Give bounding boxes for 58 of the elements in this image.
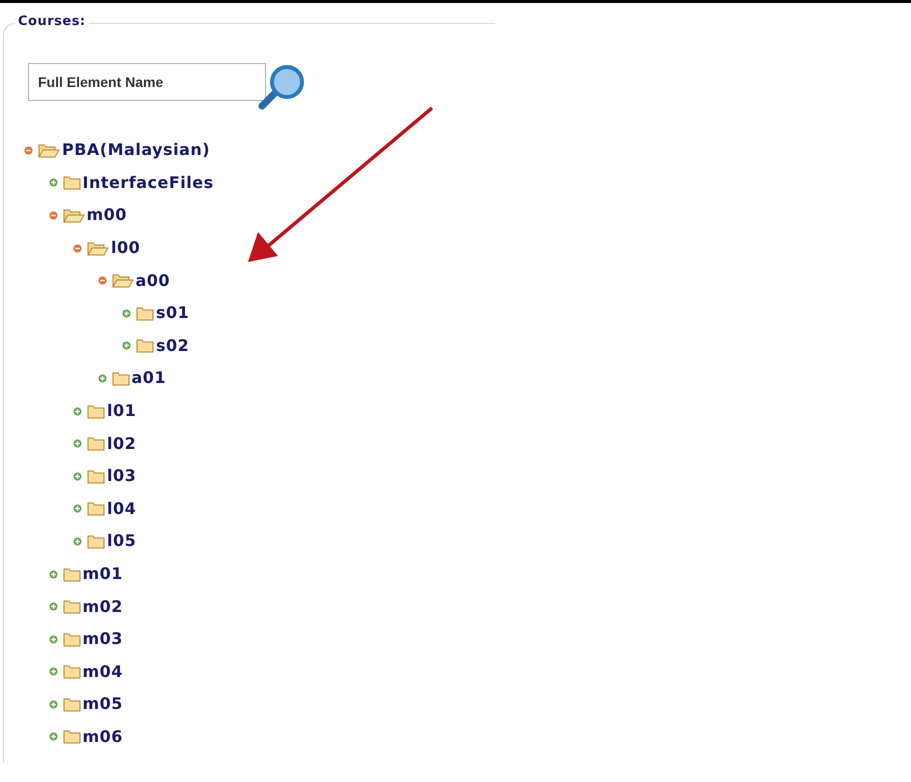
open-folder-icon [112,272,134,290]
expand-icon[interactable] [73,504,82,514]
folder-icon [62,630,80,648]
expand-icon[interactable] [122,308,131,318]
tree-node-label[interactable]: PBA(Malaysian) [62,138,210,162]
expand-icon[interactable] [48,634,58,644]
tree-node-label[interactable]: l01 [107,399,136,424]
expand-icon[interactable] [73,439,82,448]
open-folder-icon [87,240,109,257]
folder-icon [112,370,130,387]
open-folder-icon [38,142,60,159]
folder-icon [62,598,80,616]
collapse-icon[interactable] [98,276,106,286]
tree-node-label[interactable]: l00 [111,236,140,260]
folder-icon [87,435,105,452]
folder-icon [136,304,154,322]
folder-icon [87,468,105,485]
search-field[interactable]: Full Element Name [28,63,266,101]
tree-node-label[interactable]: m01 [82,562,123,586]
folder-icon [62,696,80,713]
tree-node-label[interactable]: m00 [86,203,127,228]
tree-node-label[interactable]: m05 [82,692,123,716]
expand-icon[interactable] [73,536,82,546]
collapse-icon[interactable] [73,244,82,253]
expand-icon[interactable] [48,602,58,612]
folder-icon [62,566,80,583]
expand-icon[interactable] [48,700,58,709]
tree-node-label[interactable]: m02 [82,594,123,619]
folder-icon [136,337,154,354]
folder-icon [62,663,80,680]
folder-icon [87,402,105,420]
tree-node-label[interactable]: l04 [107,496,136,521]
tree-node-label[interactable]: a01 [132,366,166,390]
folder-icon [62,728,80,746]
tree-node-label[interactable]: s02 [156,334,190,358]
tree-node-label[interactable]: l03 [107,464,136,488]
collapse-icon[interactable] [48,210,58,220]
open-folder-icon [62,206,84,224]
folder-icon [87,532,105,550]
expand-icon[interactable] [73,406,82,416]
folder-icon [87,500,105,518]
tree-node-label[interactable]: a00 [136,268,170,293]
expand-icon[interactable] [98,374,106,383]
folder-icon [62,174,80,192]
expand-icon[interactable] [48,178,58,188]
tree-node-label[interactable]: l05 [107,529,136,554]
expand-icon[interactable] [48,667,58,676]
expand-icon[interactable] [48,570,58,579]
expand-icon[interactable] [122,341,131,350]
collapse-icon[interactable] [24,146,33,155]
tree-node-label[interactable]: m04 [82,660,123,684]
expand-icon[interactable] [48,732,58,742]
tree-node-label[interactable]: s01 [156,301,190,326]
tree-node-label[interactable]: l02 [107,432,136,456]
expand-icon[interactable] [73,472,82,481]
tree-node-label[interactable]: m03 [82,627,123,652]
tree-node-label[interactable]: m06 [82,724,123,749]
tree-node-label[interactable]: InterfaceFiles [82,170,214,195]
